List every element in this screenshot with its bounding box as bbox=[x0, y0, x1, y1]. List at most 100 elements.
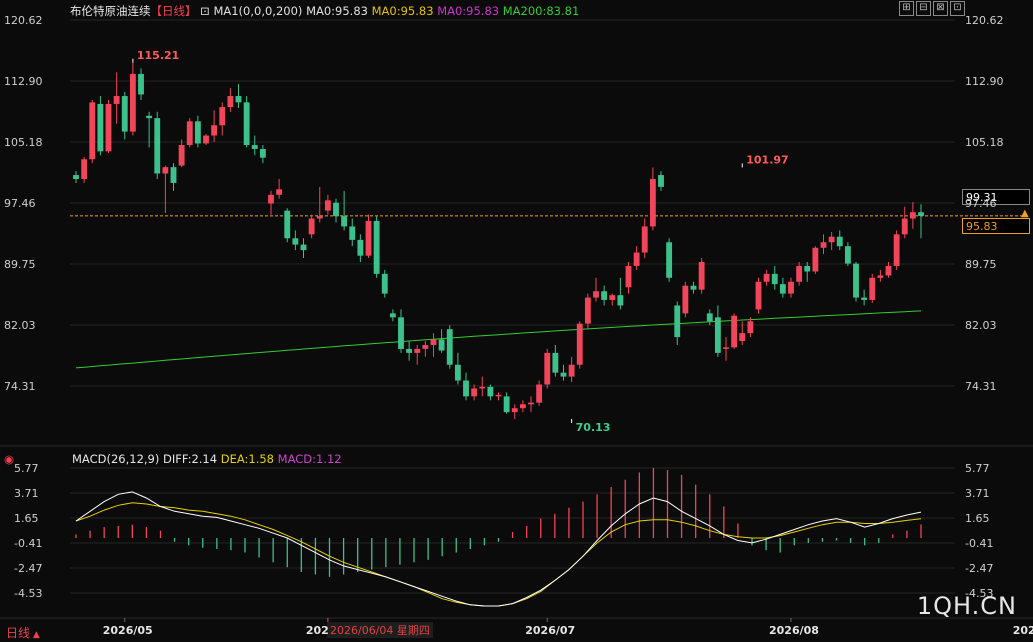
price-tick-left: 105.18 bbox=[4, 136, 43, 149]
candle-body bbox=[544, 352, 551, 385]
candle bbox=[284, 208, 291, 243]
candle bbox=[97, 96, 104, 156]
candle-body bbox=[316, 216, 323, 219]
candle-body bbox=[698, 261, 705, 290]
candle-body bbox=[495, 394, 502, 397]
candle-body bbox=[406, 348, 413, 353]
candle-body bbox=[609, 295, 616, 300]
candle bbox=[918, 204, 924, 239]
candle-body bbox=[658, 175, 664, 187]
candle-body bbox=[560, 372, 567, 377]
macd-tick-right: -0.41 bbox=[965, 537, 993, 550]
candle-body bbox=[105, 103, 112, 152]
candle bbox=[211, 110, 218, 142]
candle-body bbox=[170, 167, 177, 183]
candle bbox=[633, 246, 640, 270]
candle bbox=[268, 190, 274, 215]
candle-body bbox=[430, 339, 437, 345]
candle bbox=[893, 230, 900, 270]
candle bbox=[316, 186, 323, 223]
candle-body bbox=[568, 364, 575, 377]
chart-canvas[interactable]: 120.62 120.62 112.90 112.90 105.18 105.18 97.4… bbox=[0, 0, 1033, 642]
macd-bars bbox=[75, 468, 922, 577]
candle-body bbox=[804, 265, 811, 272]
candle bbox=[341, 190, 348, 231]
candle bbox=[844, 242, 851, 266]
macd-tick-left: -0.41 bbox=[14, 537, 42, 550]
candle-body bbox=[324, 200, 331, 211]
candle-body bbox=[885, 265, 892, 276]
candle-body bbox=[690, 285, 697, 290]
macd-tick-right: -4.53 bbox=[965, 587, 993, 600]
price-tick-right: 97.46 bbox=[965, 197, 997, 210]
candle bbox=[731, 313, 738, 349]
candle-body bbox=[812, 247, 819, 272]
candle-body bbox=[918, 212, 924, 216]
candle-body bbox=[243, 102, 250, 146]
candle bbox=[138, 68, 144, 100]
candle-body bbox=[796, 265, 803, 282]
candle bbox=[877, 269, 884, 282]
candle bbox=[763, 269, 770, 286]
candle-body bbox=[487, 386, 494, 397]
candle-body bbox=[731, 315, 738, 348]
candle bbox=[300, 238, 307, 259]
candle bbox=[495, 392, 502, 401]
candle-body bbox=[300, 244, 307, 251]
candle-body bbox=[844, 246, 851, 264]
ma200-line bbox=[75, 310, 922, 369]
candle bbox=[593, 277, 599, 302]
candle bbox=[584, 293, 591, 330]
candle bbox=[113, 72, 120, 124]
date-label: 2026/05 bbox=[103, 624, 153, 637]
macd-tick-right: -2.47 bbox=[965, 562, 993, 575]
date-label: 2026/09 bbox=[1013, 624, 1033, 637]
candle bbox=[292, 230, 299, 251]
candle-body bbox=[479, 386, 486, 389]
annotation-label: 115.21 bbox=[137, 49, 179, 62]
candle-body bbox=[381, 273, 388, 294]
candle-body bbox=[414, 348, 421, 353]
price-grid bbox=[70, 19, 955, 594]
candle-body bbox=[877, 275, 884, 278]
candle bbox=[682, 281, 689, 318]
candle-body bbox=[739, 333, 746, 342]
candle bbox=[528, 396, 534, 413]
candle bbox=[536, 380, 543, 406]
candle bbox=[641, 218, 648, 259]
candle bbox=[438, 329, 445, 353]
price-tick-right: 82.03 bbox=[965, 319, 997, 332]
candle-body bbox=[284, 210, 291, 239]
candle-body bbox=[219, 107, 226, 126]
price-tick-right: 105.18 bbox=[965, 136, 1004, 149]
candle bbox=[836, 230, 843, 251]
candle-body bbox=[154, 118, 161, 174]
date-axis: 2026/05 202 2026/07 2026/08 2026/09 bbox=[103, 618, 1033, 637]
candle bbox=[186, 118, 193, 148]
candle-body bbox=[861, 297, 868, 300]
candle-body bbox=[593, 291, 599, 298]
candle bbox=[706, 309, 713, 326]
candle-body bbox=[755, 281, 762, 310]
candle-body bbox=[97, 103, 104, 152]
candle bbox=[487, 384, 494, 401]
candle bbox=[89, 99, 96, 164]
candle bbox=[601, 285, 608, 306]
candle bbox=[755, 277, 762, 314]
candle bbox=[454, 352, 461, 385]
candle-body bbox=[235, 96, 242, 103]
candle bbox=[162, 165, 169, 213]
macd-tick-right: 5.77 bbox=[965, 462, 990, 475]
candle bbox=[446, 325, 453, 369]
candle-body bbox=[649, 179, 656, 227]
candle bbox=[203, 133, 209, 146]
candle bbox=[511, 404, 518, 420]
candle-body bbox=[121, 96, 128, 132]
candle bbox=[471, 384, 478, 401]
candle bbox=[820, 234, 827, 255]
annotation-label: 101.97 bbox=[746, 153, 788, 166]
candle-body bbox=[576, 323, 583, 365]
candle bbox=[357, 234, 364, 262]
candle bbox=[129, 62, 136, 136]
candle-body bbox=[333, 202, 339, 217]
